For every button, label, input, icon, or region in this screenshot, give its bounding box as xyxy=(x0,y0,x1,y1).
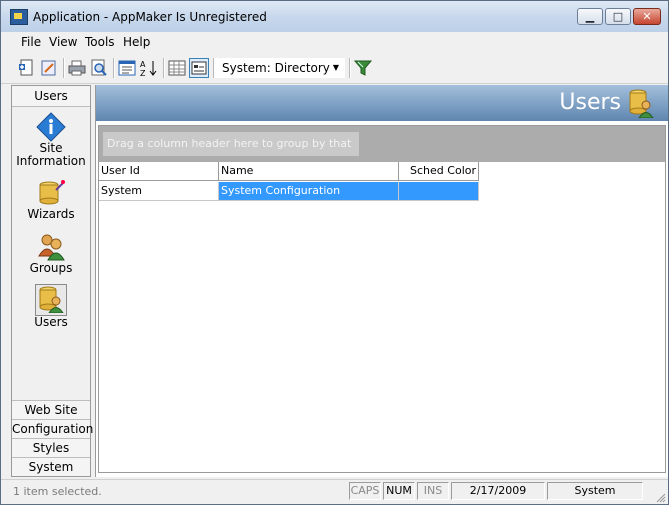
sidebar-item-label: Groups xyxy=(29,261,73,275)
status-message: 1 item selected. xyxy=(13,485,102,498)
menu-view[interactable]: View xyxy=(49,35,77,49)
sidebar-button-system-reports[interactable]: System Reports xyxy=(12,457,90,492)
directory-select[interactable]: System: Directory ▼ xyxy=(215,58,345,78)
page-title: Users xyxy=(559,90,621,115)
sidebar-button-styles[interactable]: Styles xyxy=(12,438,90,457)
date-indicator: 2/17/2009 xyxy=(451,482,545,500)
toolbar-separator xyxy=(113,58,115,78)
sidebar-item-label: Site Information xyxy=(16,141,86,168)
user-icon xyxy=(629,89,654,118)
printer-icon xyxy=(68,60,86,76)
user-icon xyxy=(35,284,67,316)
sidebar-button-configuration[interactable]: Configuration xyxy=(12,419,93,438)
cell-user-id[interactable]: System xyxy=(99,182,219,201)
chevron-down-icon[interactable]: ▼ xyxy=(329,60,343,76)
cell-name[interactable]: System Configuration xyxy=(219,182,399,201)
grid-view-button[interactable] xyxy=(167,58,187,78)
grid-icon xyxy=(168,60,186,76)
new-icon xyxy=(19,59,33,76)
cell-sched-color[interactable] xyxy=(399,182,479,201)
edit-icon xyxy=(41,60,56,76)
user-indicator: System xyxy=(547,482,643,500)
users-grid[interactable]: Drag a column header here to group by th… xyxy=(98,125,666,473)
section-banner: Users xyxy=(96,85,668,121)
minimize-button[interactable]: ▁ xyxy=(577,8,603,25)
menu-bar: File View Tools Help xyxy=(1,32,668,52)
svg-text:A: A xyxy=(140,60,146,69)
info-icon xyxy=(36,112,66,142)
minimize-icon: ▁ xyxy=(585,10,595,23)
form-view-button[interactable] xyxy=(189,58,209,78)
window-title: Application - AppMaker Is Unregistered xyxy=(33,10,267,24)
resize-grip-icon[interactable] xyxy=(654,491,666,503)
num-indicator: NUM xyxy=(383,482,415,500)
column-header-user-id[interactable]: User Id xyxy=(99,162,219,181)
print-preview-icon xyxy=(91,59,107,76)
svg-text:Z: Z xyxy=(140,69,146,78)
edit-button[interactable] xyxy=(39,58,59,78)
group-by-hint: Drag a column header here to group by th… xyxy=(103,132,359,174)
menu-file[interactable]: File xyxy=(21,35,41,49)
toolbar-separator xyxy=(63,58,65,78)
ins-indicator: INS xyxy=(417,482,449,500)
directory-select-value: System: Directory xyxy=(222,61,330,75)
toolbar: AZ System: Directory ▼ xyxy=(1,53,668,84)
print-preview-button[interactable] xyxy=(89,58,109,78)
menu-tools[interactable]: Tools xyxy=(85,35,115,49)
close-icon: ✕ xyxy=(642,10,652,23)
sort-button[interactable]: AZ xyxy=(139,58,159,78)
properties-button[interactable] xyxy=(117,58,137,78)
caps-indicator: CAPS xyxy=(349,482,381,500)
form-view-icon xyxy=(191,61,207,75)
column-header-name[interactable]: Name xyxy=(219,162,399,181)
sidebar-item-users[interactable]: Users xyxy=(12,284,90,329)
sidebar-item-label: Users xyxy=(34,315,68,329)
toolbar-separator xyxy=(163,58,165,78)
status-bar: 1 item selected. CAPS NUM INS 2/17/2009 … xyxy=(1,479,668,504)
column-header-sched-color[interactable]: Sched Color xyxy=(399,162,479,181)
app-window: Application - AppMaker Is Unregistered ▁… xyxy=(0,0,669,505)
sidebar-item-site-information[interactable]: Site Information xyxy=(12,112,90,168)
filter-button[interactable] xyxy=(353,58,373,78)
maximize-icon: □ xyxy=(612,10,624,23)
sidebar-item-wizards[interactable]: Wizards xyxy=(12,178,90,221)
sidebar-header[interactable]: Users xyxy=(12,86,90,107)
wizard-icon xyxy=(36,178,66,208)
properties-icon xyxy=(118,60,136,76)
table-row[interactable]: System System Configuration xyxy=(99,182,479,201)
toolbar-separator xyxy=(349,58,351,78)
sidebar-item-label: Wizards xyxy=(27,207,75,221)
sidebar-button-web-site[interactable]: Web Site xyxy=(12,400,90,419)
close-button[interactable]: ✕ xyxy=(633,8,661,25)
new-button[interactable] xyxy=(17,58,37,78)
print-button[interactable] xyxy=(67,58,87,78)
app-icon xyxy=(10,9,28,25)
sort-az-icon: AZ xyxy=(140,60,157,78)
sidebar-item-groups[interactable]: Groups xyxy=(12,232,90,275)
sidebar: Users Site Information Wizards Groups Us… xyxy=(11,85,93,492)
funnel-icon xyxy=(353,60,373,76)
main-panel: Users Drag a column header here to group… xyxy=(95,85,668,477)
group-by-area[interactable]: Drag a column header here to group by th… xyxy=(99,126,665,174)
menu-help[interactable]: Help xyxy=(123,35,150,49)
title-bar[interactable]: Application - AppMaker Is Unregistered ▁… xyxy=(1,1,668,33)
groups-icon xyxy=(36,232,66,262)
maximize-button[interactable]: □ xyxy=(605,8,631,25)
